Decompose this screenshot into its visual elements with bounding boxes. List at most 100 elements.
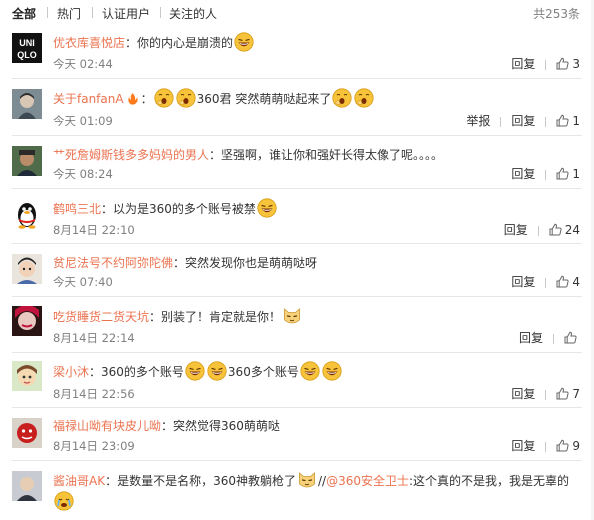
reply-button[interactable]: 回复: [511, 387, 535, 401]
like-button[interactable]: 1: [556, 167, 580, 181]
comment-line-2: [53, 491, 75, 511]
action-divider: [537, 225, 539, 236]
reply-button[interactable]: 回复: [519, 331, 543, 345]
avatar-image: [12, 471, 42, 501]
like-button[interactable]: 9: [556, 439, 580, 453]
comment-actions: 回复 9: [511, 437, 580, 454]
qq-penguin-icon: [18, 203, 36, 229]
cat-emoji-icon: [282, 306, 302, 326]
like-button[interactable]: 4: [556, 275, 580, 289]
comment-time: 8月14日 22:10: [53, 223, 135, 237]
comment-line: 关于fanfanA： 360君 突然萌萌哒起来了: [53, 88, 580, 109]
reply-button[interactable]: 回复: [511, 167, 535, 181]
comment-actions: 回复: [519, 329, 580, 346]
comment-text: ：突然觉得360萌萌哒: [161, 419, 280, 433]
tab-following[interactable]: 关注的人: [169, 5, 217, 22]
report-button[interactable]: 举报: [466, 114, 490, 128]
like-count: 24: [564, 223, 580, 237]
reply-button[interactable]: 回复: [511, 275, 535, 289]
yawn-emoji-icon: [332, 88, 352, 108]
thumbs-up-icon: [556, 114, 569, 127]
comment-text: ：你的内心是崩溃的: [125, 36, 234, 50]
comment-text: ：以为是360的多个账号被禁: [101, 202, 256, 216]
like-count: 3: [572, 57, 580, 71]
reply-button[interactable]: 回复: [511, 114, 535, 128]
uniqlo-logo-icon: UNI QLO: [12, 33, 42, 63]
like-button[interactable]: [564, 331, 580, 345]
like-count: 7: [572, 387, 580, 401]
comment-actions: 回复 3: [511, 55, 580, 72]
tab-hot[interactable]: 热门: [57, 5, 81, 22]
comment-filter-tabs: 全部 热门 认证用户 关注的人 共253条: [12, 5, 582, 23]
tab-divider: [47, 7, 48, 18]
comment-username[interactable]: 梁小沐: [53, 365, 89, 379]
like-button[interactable]: 1: [556, 114, 580, 128]
comment-username[interactable]: 吃货睡货二货天坑: [53, 310, 149, 324]
comment-line: 吃货睡货二货天坑：别装了！肯定就是你！: [53, 306, 580, 327]
comment-text: ：是数量不是名称，360神教躺枪了: [105, 474, 296, 488]
comment-text: ：别装了！肯定就是你！: [149, 310, 282, 324]
comment-divider: [12, 460, 582, 461]
action-divider: [545, 277, 547, 288]
comment-text: ：360的多个账号: [89, 365, 184, 379]
svg-text:QLO: QLO: [17, 50, 37, 60]
avatar[interactable]: [12, 306, 42, 336]
comment-username[interactable]: 福禄山呦有块皮儿呦: [53, 419, 161, 433]
avatar[interactable]: [12, 418, 42, 448]
avatar[interactable]: UNI QLO: [12, 33, 42, 63]
avatar-image: [12, 418, 42, 448]
reply-button[interactable]: 回复: [511, 439, 535, 453]
comment-line: 优衣库喜悦店：你的内心是崩溃的: [53, 32, 580, 53]
reply-button[interactable]: 回复: [504, 223, 528, 237]
action-divider: [553, 333, 554, 344]
comment-line: 梁小沐：360的多个账号 360多个账号: [53, 361, 580, 382]
svg-text:UNI: UNI: [19, 38, 35, 48]
comment-username[interactable]: 关于fanfanA: [53, 92, 124, 106]
like-button[interactable]: 3: [556, 57, 580, 71]
tab-verified[interactable]: 认证用户: [102, 5, 150, 22]
comment-text: ：坚强啊，谁让你和强奸长得太像了呢。。。。: [209, 148, 444, 162]
yawn-emoji-icon: [354, 88, 374, 108]
like-button[interactable]: 24: [549, 223, 580, 237]
comment-username[interactable]: 酱油哥AK: [53, 474, 105, 488]
avatar[interactable]: [12, 89, 42, 119]
comment-username[interactable]: 鹤鸣三北: [53, 202, 101, 216]
like-count: 4: [572, 275, 580, 289]
action-divider: [545, 169, 547, 180]
comment-time: 8月14日 22:56: [53, 387, 135, 401]
mention-link[interactable]: @360安全卫士: [326, 474, 409, 488]
comment-username[interactable]: 优衣库喜悦店: [53, 36, 125, 50]
comment-actions: 举报 回复 1: [466, 112, 580, 129]
comment-actions: 回复 1: [511, 165, 580, 182]
comment-divider: [12, 78, 582, 79]
comment-divider: [12, 352, 582, 353]
tab-divider: [160, 7, 161, 18]
comment-line: 福禄山呦有块皮儿呦：突然觉得360萌萌哒: [53, 416, 580, 436]
reply-button[interactable]: 回复: [511, 57, 535, 71]
like-button[interactable]: 7: [556, 387, 580, 401]
comment-username[interactable]: 艹死詹姆斯钱多多妈妈的男人: [53, 148, 209, 162]
thumbs-up-icon: [556, 439, 569, 452]
yawn-emoji-icon: [176, 88, 196, 108]
comment-line: 艹死詹姆斯钱多多妈妈的男人：坚强啊，谁让你和强奸长得太像了呢。。。。: [53, 145, 580, 165]
comment-text: ：突然发现你也是萌萌哒呀: [173, 256, 318, 270]
avatar-image: [12, 361, 42, 391]
comment-actions: 回复 24: [504, 221, 580, 238]
avatar[interactable]: [12, 254, 42, 284]
repost-separator: //: [318, 474, 327, 488]
comment-time: 今天 08:24: [53, 167, 113, 181]
avatar[interactable]: [12, 471, 42, 501]
comment-time: 今天 01:09: [53, 114, 113, 128]
avatar[interactable]: [12, 199, 42, 229]
avatar[interactable]: [12, 146, 42, 176]
avatar-image: [12, 306, 42, 336]
comment-username[interactable]: 贫尼法号不约阿弥陀佛: [53, 256, 173, 270]
comment-divider: [12, 243, 582, 244]
comment-actions: 回复 4: [511, 273, 580, 290]
tab-all[interactable]: 全部: [12, 5, 36, 22]
comment-divider: [12, 296, 582, 297]
action-divider: [545, 389, 547, 400]
avatar[interactable]: [12, 361, 42, 391]
action-divider: [545, 441, 547, 452]
laugh-emoji-icon: [300, 361, 320, 381]
